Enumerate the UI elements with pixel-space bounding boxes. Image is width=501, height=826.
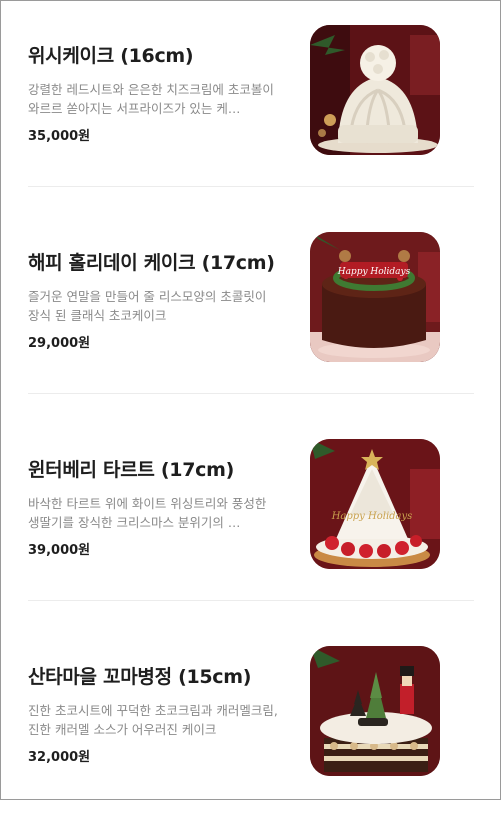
product-item-wish-cake[interactable]: 위시케이크 (16cm) 강렬한 레드시트와 은은한 치즈크림에 초코볼이 와르…	[28, 25, 474, 205]
product-name[interactable]: 위시케이크 (16cm)	[28, 41, 194, 68]
cake-topper-text: Happy Holidays	[337, 267, 411, 277]
product-description: 진한 초코시트에 꾸덕한 초코크림과 캐러멜크림, 진한 캐러멜 소스가 어우러…	[28, 703, 278, 737]
product-description: 바삭한 타르트 위에 화이트 위싱트리와 풍성한 생딸기를 장식한 크리스마스 …	[28, 496, 267, 530]
product-name[interactable]: 해피 홀리데이 케이크 (17cm)	[28, 248, 275, 275]
product-item-happy-holiday-cake[interactable]: 해피 홀리데이 케이크 (17cm) 즐거운 연말을 만들어 줄 리스모양의 초…	[28, 232, 474, 412]
product-name[interactable]: 산타마을 꼬마병정 (15cm)	[28, 662, 251, 689]
divider	[28, 393, 474, 394]
product-price: 32,000원	[28, 750, 91, 765]
product-name[interactable]: 윈터베리 타르트 (17cm)	[28, 455, 234, 482]
product-description: 즐거운 연말을 만들어 줄 리스모양의 초콜릿이 장식 된 클래식 초코케이크	[28, 289, 267, 323]
product-price: 39,000원	[28, 543, 91, 558]
product-price: 35,000원	[28, 129, 91, 144]
winterberry-tart-image[interactable]: Happy Holidays	[310, 439, 440, 569]
divider	[28, 600, 474, 601]
product-description: 강렬한 레드시트와 은은한 치즈크림에 초코볼이 와르르 쏟아지는 서프라이즈가…	[28, 82, 274, 116]
wish-cake-image[interactable]	[310, 25, 440, 155]
santa-village-cake-image[interactable]	[310, 646, 440, 776]
product-list: 위시케이크 (16cm) 강렬한 레드시트와 은은한 치즈크림에 초코볼이 와르…	[0, 0, 501, 800]
product-price: 29,000원	[28, 336, 91, 351]
happy-holiday-cake-image[interactable]: Happy Holidays	[310, 232, 440, 362]
product-item-winterberry-tart[interactable]: 윈터베리 타르트 (17cm) 바삭한 타르트 위에 화이트 위싱트리와 풍성한…	[28, 439, 474, 619]
cake-topper-text: Happy Holidays	[331, 511, 413, 522]
divider	[28, 186, 474, 187]
product-item-santa-village-cake[interactable]: 산타마을 꼬마병정 (15cm) 진한 초코시트에 꾸덕한 초코크림과 캐러멜크…	[28, 646, 474, 826]
